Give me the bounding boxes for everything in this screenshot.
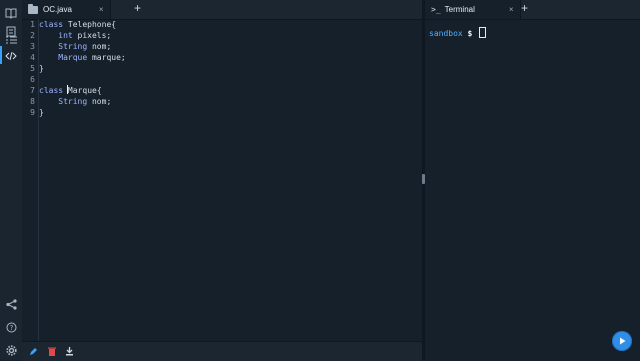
terminal-prompt: $ bbox=[467, 29, 473, 38]
code-text: Marque bbox=[67, 86, 97, 95]
line-number: 1 bbox=[30, 20, 35, 29]
new-terminal-button[interactable]: + bbox=[521, 1, 528, 15]
code-line[interactable]: String nom; bbox=[39, 41, 422, 52]
new-tab-button[interactable]: + bbox=[134, 1, 141, 15]
editor-pane: OC.java × + 1 2 3 4 5 6 7 8 9 class Tele… bbox=[22, 0, 422, 361]
line-number: 9 bbox=[30, 108, 35, 117]
code-keyword: class bbox=[39, 86, 64, 95]
code-text: marque; bbox=[87, 53, 126, 62]
code-line[interactable]: } bbox=[39, 107, 422, 118]
tab-oc-java[interactable]: OC.java × bbox=[22, 0, 111, 19]
book-icon[interactable] bbox=[4, 6, 18, 20]
terminal-prompt-icon: >_ bbox=[431, 5, 441, 14]
code-icon[interactable] bbox=[4, 49, 18, 63]
folder-icon bbox=[28, 3, 38, 14]
terminal-tabbar: >_ Terminal × + bbox=[425, 0, 640, 20]
tab-terminal[interactable]: >_ Terminal × bbox=[425, 0, 521, 19]
terminal-prompt-line[interactable]: sandbox $ bbox=[429, 27, 487, 38]
line-numbers: 1 2 3 4 5 6 7 8 9 bbox=[22, 19, 38, 341]
code-keyword: class bbox=[39, 20, 64, 29]
download-icon[interactable] bbox=[64, 346, 75, 357]
code-line[interactable]: String nom; bbox=[39, 96, 422, 107]
line-number: 3 bbox=[30, 42, 35, 51]
line-number: 5 bbox=[30, 64, 35, 73]
active-indicator bbox=[0, 46, 2, 64]
code-line[interactable]: Marque marque; bbox=[39, 52, 422, 63]
editor-tabbar: OC.java × + bbox=[22, 0, 422, 20]
terminal-pane: >_ Terminal × + sandbox $ bbox=[425, 0, 640, 360]
tab-label: Terminal bbox=[444, 5, 475, 14]
code-keyword: String bbox=[58, 97, 88, 106]
line-number: 7 bbox=[30, 86, 35, 95]
pencil-icon[interactable] bbox=[28, 346, 39, 357]
code-keyword: String bbox=[58, 42, 88, 51]
code-text: nom; bbox=[87, 42, 112, 51]
checklist-icon[interactable] bbox=[4, 33, 18, 47]
help-icon[interactable]: ? bbox=[4, 320, 18, 334]
code-text: } bbox=[39, 108, 44, 117]
settings-icon[interactable] bbox=[4, 343, 18, 357]
activity-rail: ? bbox=[0, 0, 23, 360]
code-text: pixels; bbox=[72, 31, 112, 40]
share-icon[interactable] bbox=[4, 297, 18, 311]
tab-label: OC.java bbox=[43, 5, 72, 14]
code-keyword: int bbox=[58, 31, 73, 40]
close-icon[interactable]: × bbox=[509, 5, 514, 14]
line-number: 2 bbox=[30, 31, 35, 40]
close-icon[interactable]: × bbox=[99, 5, 104, 14]
run-button[interactable] bbox=[612, 331, 632, 351]
editor-footer bbox=[22, 341, 422, 361]
code-text: { bbox=[96, 86, 102, 95]
line-number: 4 bbox=[30, 53, 35, 62]
play-icon bbox=[620, 337, 626, 345]
code-text: } bbox=[39, 64, 44, 73]
line-number: 8 bbox=[30, 97, 35, 106]
code-text: Telephone{ bbox=[63, 20, 117, 29]
svg-text:?: ? bbox=[9, 324, 13, 332]
code-text: nom; bbox=[87, 97, 112, 106]
code-line[interactable]: } bbox=[39, 63, 422, 74]
line-number: 6 bbox=[30, 75, 35, 84]
code-area[interactable]: class Telephone{ int pixels; String nom;… bbox=[39, 19, 422, 341]
code-line[interactable]: class Telephone{ bbox=[39, 19, 422, 30]
trash-icon[interactable] bbox=[46, 346, 57, 357]
code-line[interactable] bbox=[39, 74, 422, 85]
code-line[interactable]: int pixels; bbox=[39, 30, 422, 41]
terminal-cursor bbox=[479, 27, 487, 38]
code-keyword: Marque bbox=[58, 53, 88, 62]
terminal-host: sandbox bbox=[429, 29, 463, 38]
code-line[interactable]: class Marque{ bbox=[39, 85, 422, 96]
